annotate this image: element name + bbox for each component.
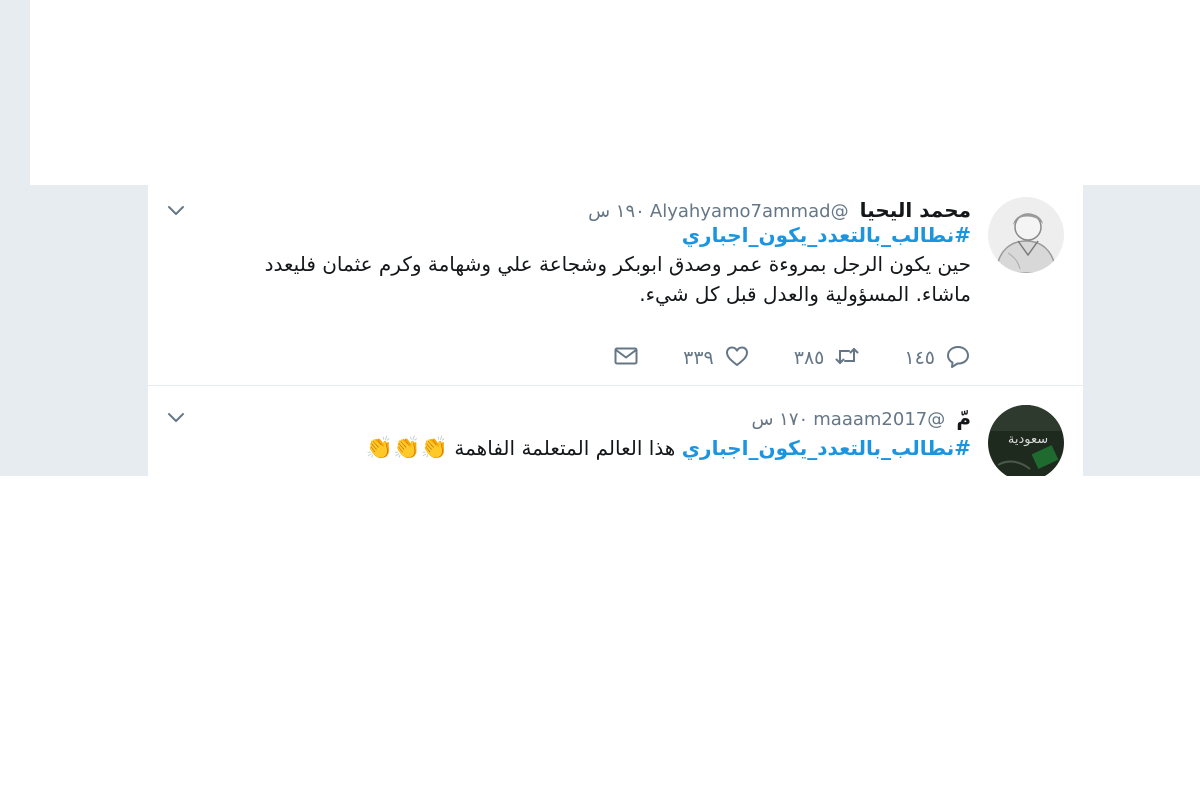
timestamp[interactable]: ١٩٠ س: [588, 201, 645, 222]
tweet-text-body: هذا العالم المتعلمة الفاهمة: [454, 436, 676, 460]
background-gray-left: [0, 185, 148, 476]
tweet-actions: ١٤٥ ٣٨٥ ٣٣٩: [569, 343, 971, 373]
tweet-text: حين يكون الرجل بمروءة عمر وصدق ابوبكر وش…: [168, 249, 971, 309]
tweet-header: محمد اليحيا @Alyahyamo7ammad ١٩٠ س: [168, 197, 971, 223]
tweet-header: مّ @maaam2017 ١٧٠ س: [168, 405, 971, 431]
tweet-content: مّ @maaam2017 ١٧٠ س #نطالب_بالتعدد_يكون_…: [168, 405, 971, 464]
tweet-content: محمد اليحيا @Alyahyamo7ammad ١٩٠ س #نطال…: [168, 197, 971, 309]
direct-message-button[interactable]: [613, 343, 639, 374]
clapping-hands-emoji: 👏👏👏: [365, 436, 449, 461]
retweet-icon: [824, 343, 860, 374]
hashtag-link[interactable]: #نطالب_بالتعدد_يكون_اجباري: [168, 223, 971, 247]
tweet-text: #نطالب_بالتعدد_يكون_اجباري هذا العالم ال…: [168, 433, 971, 464]
timeline: محمد اليحيا @Alyahyamo7ammad ١٩٠ س #نطال…: [148, 185, 1083, 476]
tweet-text-line: حين يكون الرجل بمروءة عمر وصدق ابوبكر وش…: [264, 252, 971, 276]
display-name[interactable]: مّ: [956, 406, 971, 430]
chevron-down-icon[interactable]: [166, 408, 186, 428]
avatar[interactable]: [988, 197, 1064, 273]
timestamp[interactable]: ١٧٠ س: [751, 409, 808, 430]
heart-icon: [714, 343, 750, 374]
envelope-icon: [613, 343, 639, 374]
tweet-text-line: ماشاء. المسؤولية والعدل قبل كل شيء.: [639, 282, 971, 306]
user-handle[interactable]: @maaam2017: [813, 409, 945, 430]
reply-count: ١٤٥: [904, 347, 935, 369]
tweet[interactable]: سعودية مّ @maaam2017 ١٧٠ س #نطالب_بالتعد…: [148, 386, 1083, 476]
like-count: ٣٣٩: [683, 347, 714, 369]
retweet-count: ٣٨٥: [793, 347, 825, 369]
like-button[interactable]: ٣٣٩: [683, 343, 750, 374]
display-name[interactable]: محمد اليحيا: [860, 198, 971, 222]
reply-button[interactable]: ١٤٥: [904, 343, 971, 374]
reply-icon: [935, 343, 971, 374]
background-gray-right: [1083, 185, 1200, 476]
hashtag-link[interactable]: #نطالب_بالتعدد_يكون_اجباري: [682, 436, 971, 460]
chevron-down-icon[interactable]: [166, 201, 186, 221]
background-gray-top-left: [0, 0, 30, 185]
avatar[interactable]: سعودية: [988, 405, 1064, 476]
user-handle[interactable]: @Alyahyamo7ammad: [650, 201, 849, 222]
retweet-button[interactable]: ٣٨٥: [794, 343, 861, 374]
tweet[interactable]: محمد اليحيا @Alyahyamo7ammad ١٩٠ س #نطال…: [148, 185, 1083, 386]
svg-text:سعودية: سعودية: [1008, 432, 1048, 447]
